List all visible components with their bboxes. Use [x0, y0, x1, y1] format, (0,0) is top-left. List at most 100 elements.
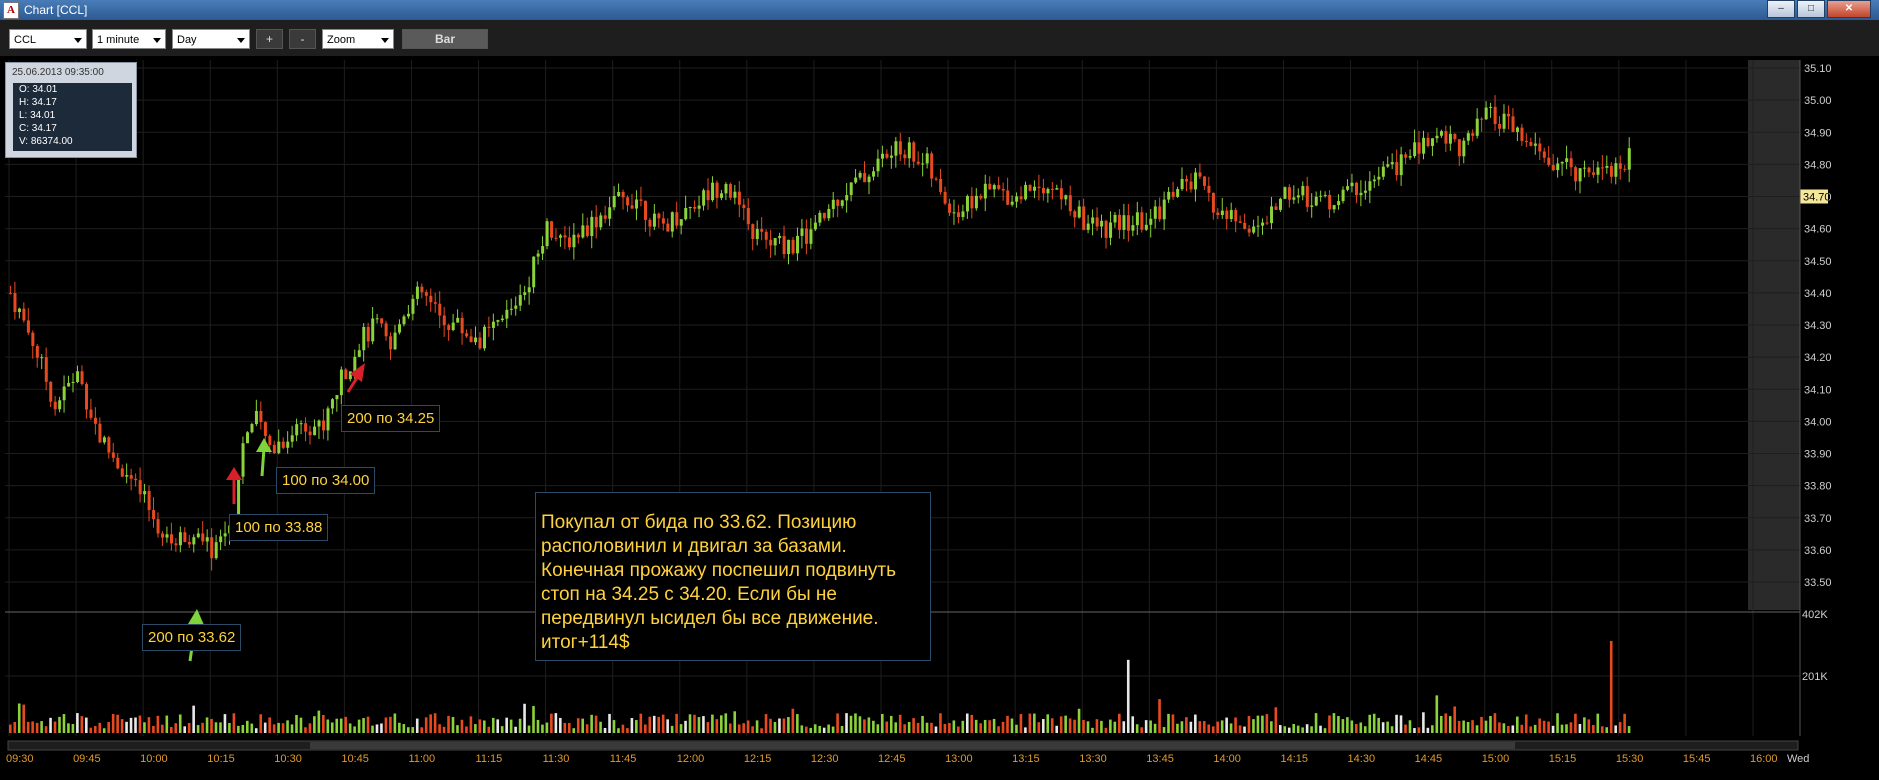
- high-value: H: 34.17: [19, 97, 57, 108]
- candle-body: [1484, 107, 1488, 120]
- candle-body: [474, 337, 478, 343]
- volume-bar: [666, 719, 669, 733]
- volume-bar: [22, 704, 26, 733]
- candle-body: [1390, 162, 1394, 165]
- zoom-select[interactable]: Zoom: [322, 29, 394, 49]
- chart-area[interactable]: 35.10 35.00 34.90 34.80 34.70 34.60 34.50 34.40…: [0, 56, 1879, 775]
- minimize-button[interactable]: –: [1767, 0, 1795, 18]
- volume-bar: [1422, 712, 1425, 733]
- candle-body: [138, 480, 142, 495]
- volume-bar: [120, 719, 124, 733]
- volume-bar: [438, 724, 441, 733]
- candle-body: [948, 203, 952, 213]
- volume-bar: [764, 714, 768, 733]
- volume-bar: [1431, 725, 1434, 733]
- candle-body: [1471, 133, 1475, 136]
- symbol-select[interactable]: CCL: [9, 29, 87, 49]
- volume-bar: [939, 713, 942, 733]
- price-chart[interactable]: 35.10 35.00 34.90 34.80 34.70 34.60 34.50 34.40…: [0, 56, 1879, 775]
- candle-body: [147, 491, 151, 510]
- candle-body: [415, 286, 419, 299]
- volume-bar: [979, 723, 982, 733]
- volume-bar: [1399, 715, 1403, 733]
- candle-body: [728, 184, 732, 198]
- volume-bar: [169, 726, 173, 733]
- candle-body: [1377, 176, 1381, 180]
- candle-body: [737, 191, 741, 205]
- candle-body: [1144, 224, 1148, 230]
- volume-bar: [1413, 728, 1416, 733]
- volume-bar: [1024, 727, 1027, 733]
- volume-bar: [1489, 715, 1492, 733]
- candle-body: [1059, 188, 1063, 200]
- candle-body: [831, 199, 835, 209]
- candle-body: [456, 317, 460, 323]
- volume-bar: [152, 725, 155, 733]
- bar-style-button[interactable]: Bar: [402, 29, 488, 49]
- volume-bar: [44, 726, 48, 733]
- volume-bar: [1614, 725, 1617, 733]
- candle-body: [1350, 182, 1354, 187]
- candle-body: [1404, 154, 1408, 158]
- candle-body: [478, 337, 482, 349]
- volume-bar: [836, 713, 839, 733]
- zoom-out-button[interactable]: -: [289, 29, 316, 49]
- candle-body: [1243, 222, 1247, 229]
- volume-bar: [1484, 720, 1488, 733]
- candle-body: [652, 213, 656, 227]
- candle-body: [1086, 223, 1090, 230]
- volume-bar: [1471, 720, 1474, 733]
- candle-body: [617, 192, 621, 197]
- range-select[interactable]: Day: [172, 29, 250, 49]
- candle-body: [1475, 118, 1479, 136]
- close-button[interactable]: ✕: [1827, 0, 1871, 18]
- volume-bar: [1350, 720, 1354, 733]
- candle-body: [219, 536, 223, 543]
- time-tick-label: 12:15: [744, 753, 772, 765]
- candle-body: [612, 196, 616, 208]
- time-tick-label: 12:45: [878, 753, 906, 765]
- volume-bar: [272, 724, 276, 733]
- time-tick-label: 10:15: [207, 753, 235, 765]
- maximize-button[interactable]: □: [1797, 0, 1825, 18]
- candle-body: [755, 229, 759, 239]
- scrollbar-thumb[interactable]: [310, 742, 1515, 749]
- volume-bar: [1417, 727, 1421, 733]
- volume-bar: [1247, 715, 1251, 733]
- candle-body: [98, 423, 102, 443]
- candle-body: [872, 171, 876, 177]
- volume-bar: [1001, 721, 1005, 733]
- volume-bar: [1565, 724, 1568, 733]
- candle-body: [442, 315, 446, 326]
- candle-body: [371, 318, 375, 342]
- candle-body: [447, 325, 451, 331]
- zoom-in-button[interactable]: +: [256, 29, 283, 49]
- volume-bar: [572, 728, 576, 733]
- volume-bar: [134, 717, 137, 733]
- candle-body: [169, 534, 173, 544]
- volume-bar: [156, 715, 160, 733]
- candle-body: [460, 317, 464, 334]
- volume-bar: [93, 726, 97, 733]
- volume-bar: [246, 720, 249, 733]
- volume-bar: [755, 720, 759, 733]
- time-tick-label: 12:00: [677, 753, 705, 765]
- volume-bar: [250, 723, 254, 733]
- candle-body: [1189, 181, 1193, 190]
- candle-body: [1305, 186, 1309, 207]
- volume-bar: [1225, 717, 1228, 733]
- price-tick-label: 33.80: [1804, 481, 1832, 493]
- volume-bar: [849, 715, 853, 733]
- volume-bar: [1059, 716, 1063, 733]
- candle-body: [1502, 113, 1506, 129]
- volume-bar: [675, 713, 678, 733]
- interval-select[interactable]: 1 minute: [92, 29, 166, 49]
- volume-bar: [62, 714, 66, 733]
- candle-body: [724, 184, 728, 194]
- candle-body: [80, 371, 84, 385]
- candle-body: [9, 292, 12, 294]
- candle-body: [791, 239, 795, 254]
- candle-body: [44, 357, 48, 382]
- volume-bar: [1046, 714, 1050, 733]
- volume-bar: [1448, 716, 1452, 733]
